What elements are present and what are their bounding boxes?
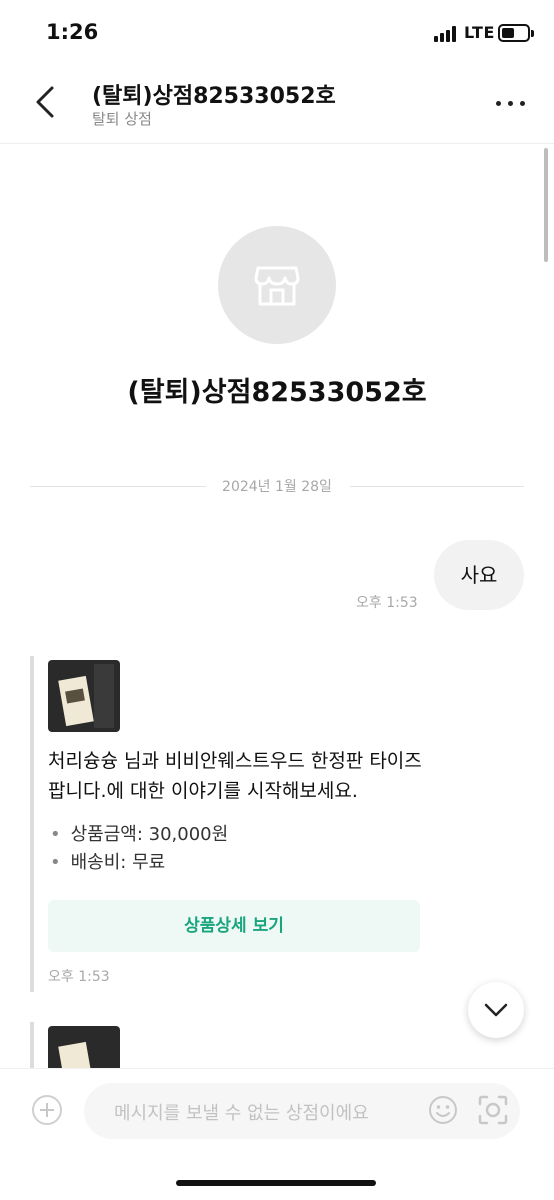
chevron-left-icon xyxy=(36,86,54,118)
bullet-icon: • xyxy=(50,824,61,845)
product-price: • 상품금액: 30,000원 xyxy=(50,824,229,845)
signal-icon xyxy=(434,26,458,42)
product-thumbnail[interactable] xyxy=(48,660,120,732)
back-button[interactable] xyxy=(28,80,64,124)
battery-icon xyxy=(498,24,534,42)
product-shipping: • 배송비: 무료 xyxy=(50,852,166,873)
home-indicator[interactable] xyxy=(176,1180,376,1186)
header-title: (탈퇴)상점82533052호 xyxy=(92,84,336,109)
input-placeholder: 메시지를 보낼 수 없는 상점이에요 xyxy=(114,1103,369,1124)
bullet-icon: • xyxy=(50,852,61,873)
date-divider: 2024년 1월 28일 xyxy=(30,476,524,496)
more-dots-icon xyxy=(496,101,501,106)
scrollbar[interactable] xyxy=(544,148,548,262)
status-time: 1:26 xyxy=(46,20,99,44)
chat-header: (탈퇴)상점82533052호 탈퇴 상점 xyxy=(0,64,554,144)
profile-name: (탈퇴)상점82533052호 xyxy=(127,377,427,408)
product-detail-button[interactable]: 상품상세 보기 xyxy=(48,900,420,952)
smile-icon[interactable] xyxy=(428,1095,458,1125)
product-thumbnail[interactable] xyxy=(48,1026,120,1068)
more-options-button[interactable] xyxy=(494,88,528,118)
plus-icon[interactable] xyxy=(32,1095,62,1125)
scroll-down-button[interactable] xyxy=(468,982,524,1038)
camera-icon[interactable] xyxy=(476,1093,510,1127)
storefront-icon xyxy=(254,266,300,306)
outgoing-message[interactable]: 사요 xyxy=(434,540,524,610)
chevron-down-icon xyxy=(484,1003,508,1017)
card-accent-bar xyxy=(30,656,34,992)
shop-avatar[interactable] xyxy=(218,226,336,344)
card-time: 오후 1:53 xyxy=(48,969,110,985)
card-accent-bar xyxy=(30,1022,34,1068)
network-label: LTE xyxy=(464,23,495,42)
status-bar: 1:26 LTE xyxy=(0,0,554,64)
product-card-intro: 처리슝슝 님과 비비안웨스트우드 한정판 타이즈팝니다.에 대한 이야기를 시작… xyxy=(48,750,422,802)
message-time: 오후 1:53 xyxy=(356,595,418,611)
header-subtitle: 탈퇴 상점 xyxy=(92,110,152,128)
